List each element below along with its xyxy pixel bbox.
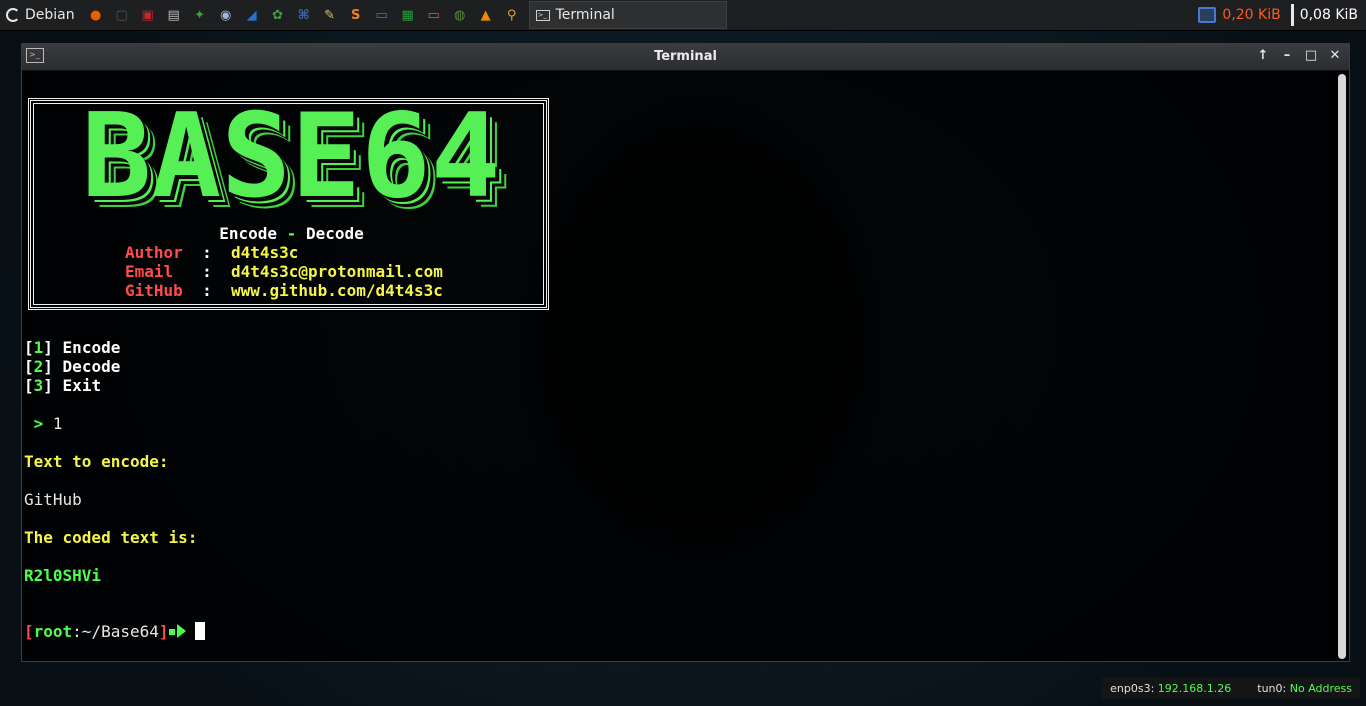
banner-author-line: Author : d4t4s3c (125, 243, 298, 262)
window-title: Terminal (654, 49, 717, 64)
base64-banner: BASE64 Encode - Decode Author : d4t4s3c … (28, 89, 552, 310)
maximize-icon[interactable]: □ (1303, 47, 1319, 65)
menu-item-exit-num: 3 (33, 376, 44, 395)
iface2-label: tun0: (1257, 681, 1287, 695)
taskbar-terminal-label: Terminal (555, 7, 615, 23)
window-controls: ↑ – □ ✕ (1255, 47, 1343, 65)
menu-item-decode: [2] Decode (24, 357, 121, 376)
scrollbar-thumb[interactable] (1338, 74, 1346, 659)
author-key: Author (125, 243, 183, 262)
firefox-icon[interactable]: ● (85, 4, 107, 26)
menu-prompt-line: > 1 (24, 414, 63, 433)
banner-logo-text: BASE64 (81, 89, 501, 224)
shell-path: :~/Base64 (72, 622, 159, 641)
upload-rate: 0,08 KiB (1299, 7, 1358, 23)
text-to-encode-label: Text to encode: (24, 452, 169, 471)
search-icon[interactable]: ⚲ (501, 4, 523, 26)
author-sep: : (202, 243, 212, 262)
menu-item-encode-label: Encode (62, 338, 121, 357)
text-editor-icon[interactable]: ✎ (319, 4, 341, 26)
menu-item-exit-label: Exit (62, 376, 102, 395)
vlc-icon[interactable]: ▲ (475, 4, 497, 26)
menu-item-encode: [1] Encode (24, 338, 121, 357)
menu-item-exit: [3] Exit (24, 376, 102, 395)
coded-text-value: R2l0SHVi (24, 566, 102, 585)
launcher-bar: ● ▢ ▣ ▤ ✦ ◉ ◢ ✿ ⌘ ✎ S ▭ ▦ ▭ ◍ ▲ ⚲ (85, 4, 523, 26)
menu-item-decode-label: Decode (62, 357, 121, 376)
wireshark-icon[interactable]: ◢ (241, 4, 263, 26)
email-sep: : (202, 262, 212, 281)
email-key: Email (125, 262, 174, 281)
eye-icon[interactable]: ◉ (215, 4, 237, 26)
github-sep: : (202, 281, 212, 300)
subtitle-encode: Encode (219, 224, 278, 243)
globe-icon[interactable]: ◍ (449, 4, 471, 26)
github-value: www.github.com/d4t4s3c (230, 281, 443, 300)
banner-github-line: GitHub : www.github.com/d4t4s3c (125, 281, 443, 300)
iface1-label: enp0s3: (1110, 681, 1155, 695)
banner-email-line: Email : d4t4s3c@protonmail.com (125, 262, 443, 281)
prompt-arrow-head (176, 624, 186, 638)
subtitle-decode: Decode (305, 224, 364, 243)
menu-prompt-symbol: > (33, 414, 44, 433)
author-value: d4t4s3c (230, 243, 299, 262)
taskbar-terminal-button[interactable]: >_ Terminal (528, 1, 727, 29)
subtitle-dash: - (286, 224, 297, 243)
email-value: d4t4s3c@protonmail.com (230, 262, 443, 281)
red-app-icon[interactable]: ▣ (137, 4, 159, 26)
banner-subtitle: Encode - Decode (31, 224, 552, 243)
torrent-icon[interactable]: ✦ (189, 4, 211, 26)
iface2-status: tun0: No Address (1257, 682, 1352, 695)
iface1-status: enp0s3: 192.168.1.26 (1110, 682, 1231, 695)
debian-logo-icon (6, 8, 20, 22)
network-monitor: 0,20 KiB 0,08 KiB (1198, 0, 1366, 30)
shell-user: root (33, 622, 73, 641)
menu-item-decode-num: 2 (33, 357, 44, 376)
prompt-arrow-icon (168, 629, 175, 635)
terminal-window: >_ Terminal ↑ – □ ✕ BASE64 Encode - Deco… (21, 43, 1350, 662)
iface2-value: No Address (1289, 681, 1352, 695)
shell-prompt[interactable]: [root:~/Base64] (24, 622, 206, 641)
archive-icon[interactable]: ▤ (163, 4, 185, 26)
window-titlebar[interactable]: >_ Terminal ↑ – □ ✕ (22, 44, 1349, 71)
top-panel: Debian ● ▢ ▣ ▤ ✦ ◉ ◢ ✿ ⌘ ✎ S ▭ ▦ ▭ ◍ ▲ ⚲ >_ Terminal 0,2… (0, 0, 1366, 31)
rate-separator (1290, 4, 1294, 26)
keep-above-icon[interactable]: ↑ (1255, 47, 1271, 65)
applications-menu-button[interactable]: Debian (0, 0, 81, 30)
terminal-icon: >_ (535, 9, 550, 21)
bug-icon[interactable]: ✿ (267, 4, 289, 26)
calc-icon[interactable]: ▦ (397, 4, 419, 26)
minimize-icon[interactable]: – (1279, 47, 1295, 65)
iface1-value: 192.168.1.26 (1157, 681, 1232, 695)
download-rate: 0,20 KiB (1222, 7, 1281, 23)
input-text: GitHub (24, 490, 82, 509)
terminal-scrollbar[interactable] (1338, 74, 1346, 659)
close-icon[interactable]: ✕ (1327, 47, 1343, 65)
impress-icon[interactable]: ▭ (423, 4, 445, 26)
sublime-icon[interactable]: S (345, 4, 367, 26)
network-status-bar: enp0s3: 192.168.1.26 tun0: No Address (1102, 677, 1360, 699)
terminal-icon[interactable]: ▢ (111, 4, 133, 26)
network-icon[interactable] (1198, 7, 1217, 23)
coded-text-label: The coded text is: (24, 528, 198, 547)
network-tool-icon[interactable]: ⌘ (293, 4, 315, 26)
menu-choice: 1 (52, 414, 63, 433)
applications-menu-label: Debian (25, 7, 75, 23)
writer-icon[interactable]: ▭ (371, 4, 393, 26)
text-cursor (195, 622, 206, 640)
github-key: GitHub (125, 281, 183, 300)
menu-item-encode-num: 1 (33, 338, 44, 357)
